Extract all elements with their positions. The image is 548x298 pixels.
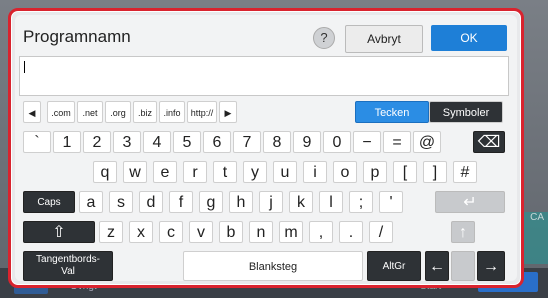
keyboard-dialog: Programnamn ? Avbryt OK ◀ .com .net .org… [8,8,524,288]
key-8[interactable]: 8 [263,131,291,153]
key-4[interactable]: g [199,191,223,213]
key-0[interactable]: z [99,221,123,243]
key-8[interactable]: . [339,221,363,243]
key-7[interactable]: 7 [233,131,261,153]
key-4[interactable]: 4 [143,131,171,153]
domain-key-net[interactable]: .net [77,101,103,123]
domain-key-org[interactable]: .org [105,101,131,123]
key-6[interactable]: 6 [203,131,231,153]
cancel-button[interactable]: Avbryt [345,25,423,53]
key-8[interactable]: l [319,191,343,213]
key-0[interactable]: q [93,161,117,183]
key-4[interactable]: t [213,161,237,183]
key-12[interactable]: = [383,131,411,153]
key-3[interactable]: r [183,161,207,183]
shift-key[interactable]: ⇧ [23,221,95,243]
key-2[interactable]: c [159,221,183,243]
key-6[interactable]: j [259,191,283,213]
text-caret [24,61,25,73]
scroll-left-button[interactable]: ◀ [23,101,41,123]
key-1[interactable]: w [123,161,147,183]
background-label: CA [530,212,544,223]
dialog-title: Programnamn [23,27,131,46]
key-10[interactable]: [ [393,161,417,183]
tecken-tab[interactable]: Tecken [355,101,429,123]
key-5[interactable]: 5 [173,131,201,153]
key-4[interactable]: b [219,221,243,243]
key-7[interactable]: i [303,161,327,183]
key-9[interactable]: p [363,161,387,183]
key-2[interactable]: d [139,191,163,213]
key-0[interactable]: ` [23,131,51,153]
domain-key-info[interactable]: .info [159,101,185,123]
key-9[interactable]: 9 [293,131,321,153]
program-name-input[interactable] [19,56,509,96]
key-13[interactable]: @ [413,131,441,153]
key-3[interactable]: f [169,191,193,213]
key-9[interactable]: / [369,221,393,243]
key-10[interactable]: ' [379,191,403,213]
key-2[interactable]: 2 [83,131,111,153]
key-11[interactable]: − [353,131,381,153]
key-6[interactable]: u [273,161,297,183]
key-0[interactable]: a [79,191,103,213]
key-5[interactable]: y [243,161,267,183]
domain-key-com[interactable]: .com [47,101,75,123]
left-arrow-key[interactable]: ← [425,251,449,281]
key-6[interactable]: m [279,221,303,243]
domain-key-http[interactable]: http:// [187,101,217,123]
scroll-right-button[interactable]: ▶ [219,101,237,123]
key-7[interactable]: k [289,191,313,213]
key-8[interactable]: o [333,161,357,183]
key-1[interactable]: s [109,191,133,213]
symboler-tab[interactable]: Symboler [429,101,503,123]
key-7[interactable]: , [309,221,333,243]
key-1[interactable]: 1 [53,131,81,153]
altgr-key[interactable]: AltGr [367,251,421,281]
help-button[interactable]: ? [313,27,335,49]
key-3[interactable]: v [189,221,213,243]
ok-button[interactable]: OK [431,25,507,51]
key-9[interactable]: ; [349,191,373,213]
backspace-key[interactable]: ⌫ [473,131,505,153]
caps-key[interactable]: Caps [23,191,75,213]
key-10[interactable]: 0 [323,131,351,153]
dialog-body: Programnamn ? Avbryt OK ◀ .com .net .org… [15,15,517,281]
key-11[interactable]: ] [423,161,447,183]
enter-key[interactable]: ↵ [435,191,505,213]
key-5[interactable]: n [249,221,273,243]
domain-key-biz[interactable]: .biz [133,101,157,123]
keyboard-select-key[interactable]: Tangentbords- Val [23,251,113,281]
up-key[interactable]: ↑ [451,221,475,243]
key-5[interactable]: h [229,191,253,213]
space-key[interactable]: Blanksteg [183,251,363,281]
down-key[interactable] [451,251,475,281]
key-2[interactable]: e [153,161,177,183]
key-12[interactable]: # [453,161,477,183]
key-3[interactable]: 3 [113,131,141,153]
right-arrow-key[interactable]: → [477,251,505,281]
key-1[interactable]: x [129,221,153,243]
